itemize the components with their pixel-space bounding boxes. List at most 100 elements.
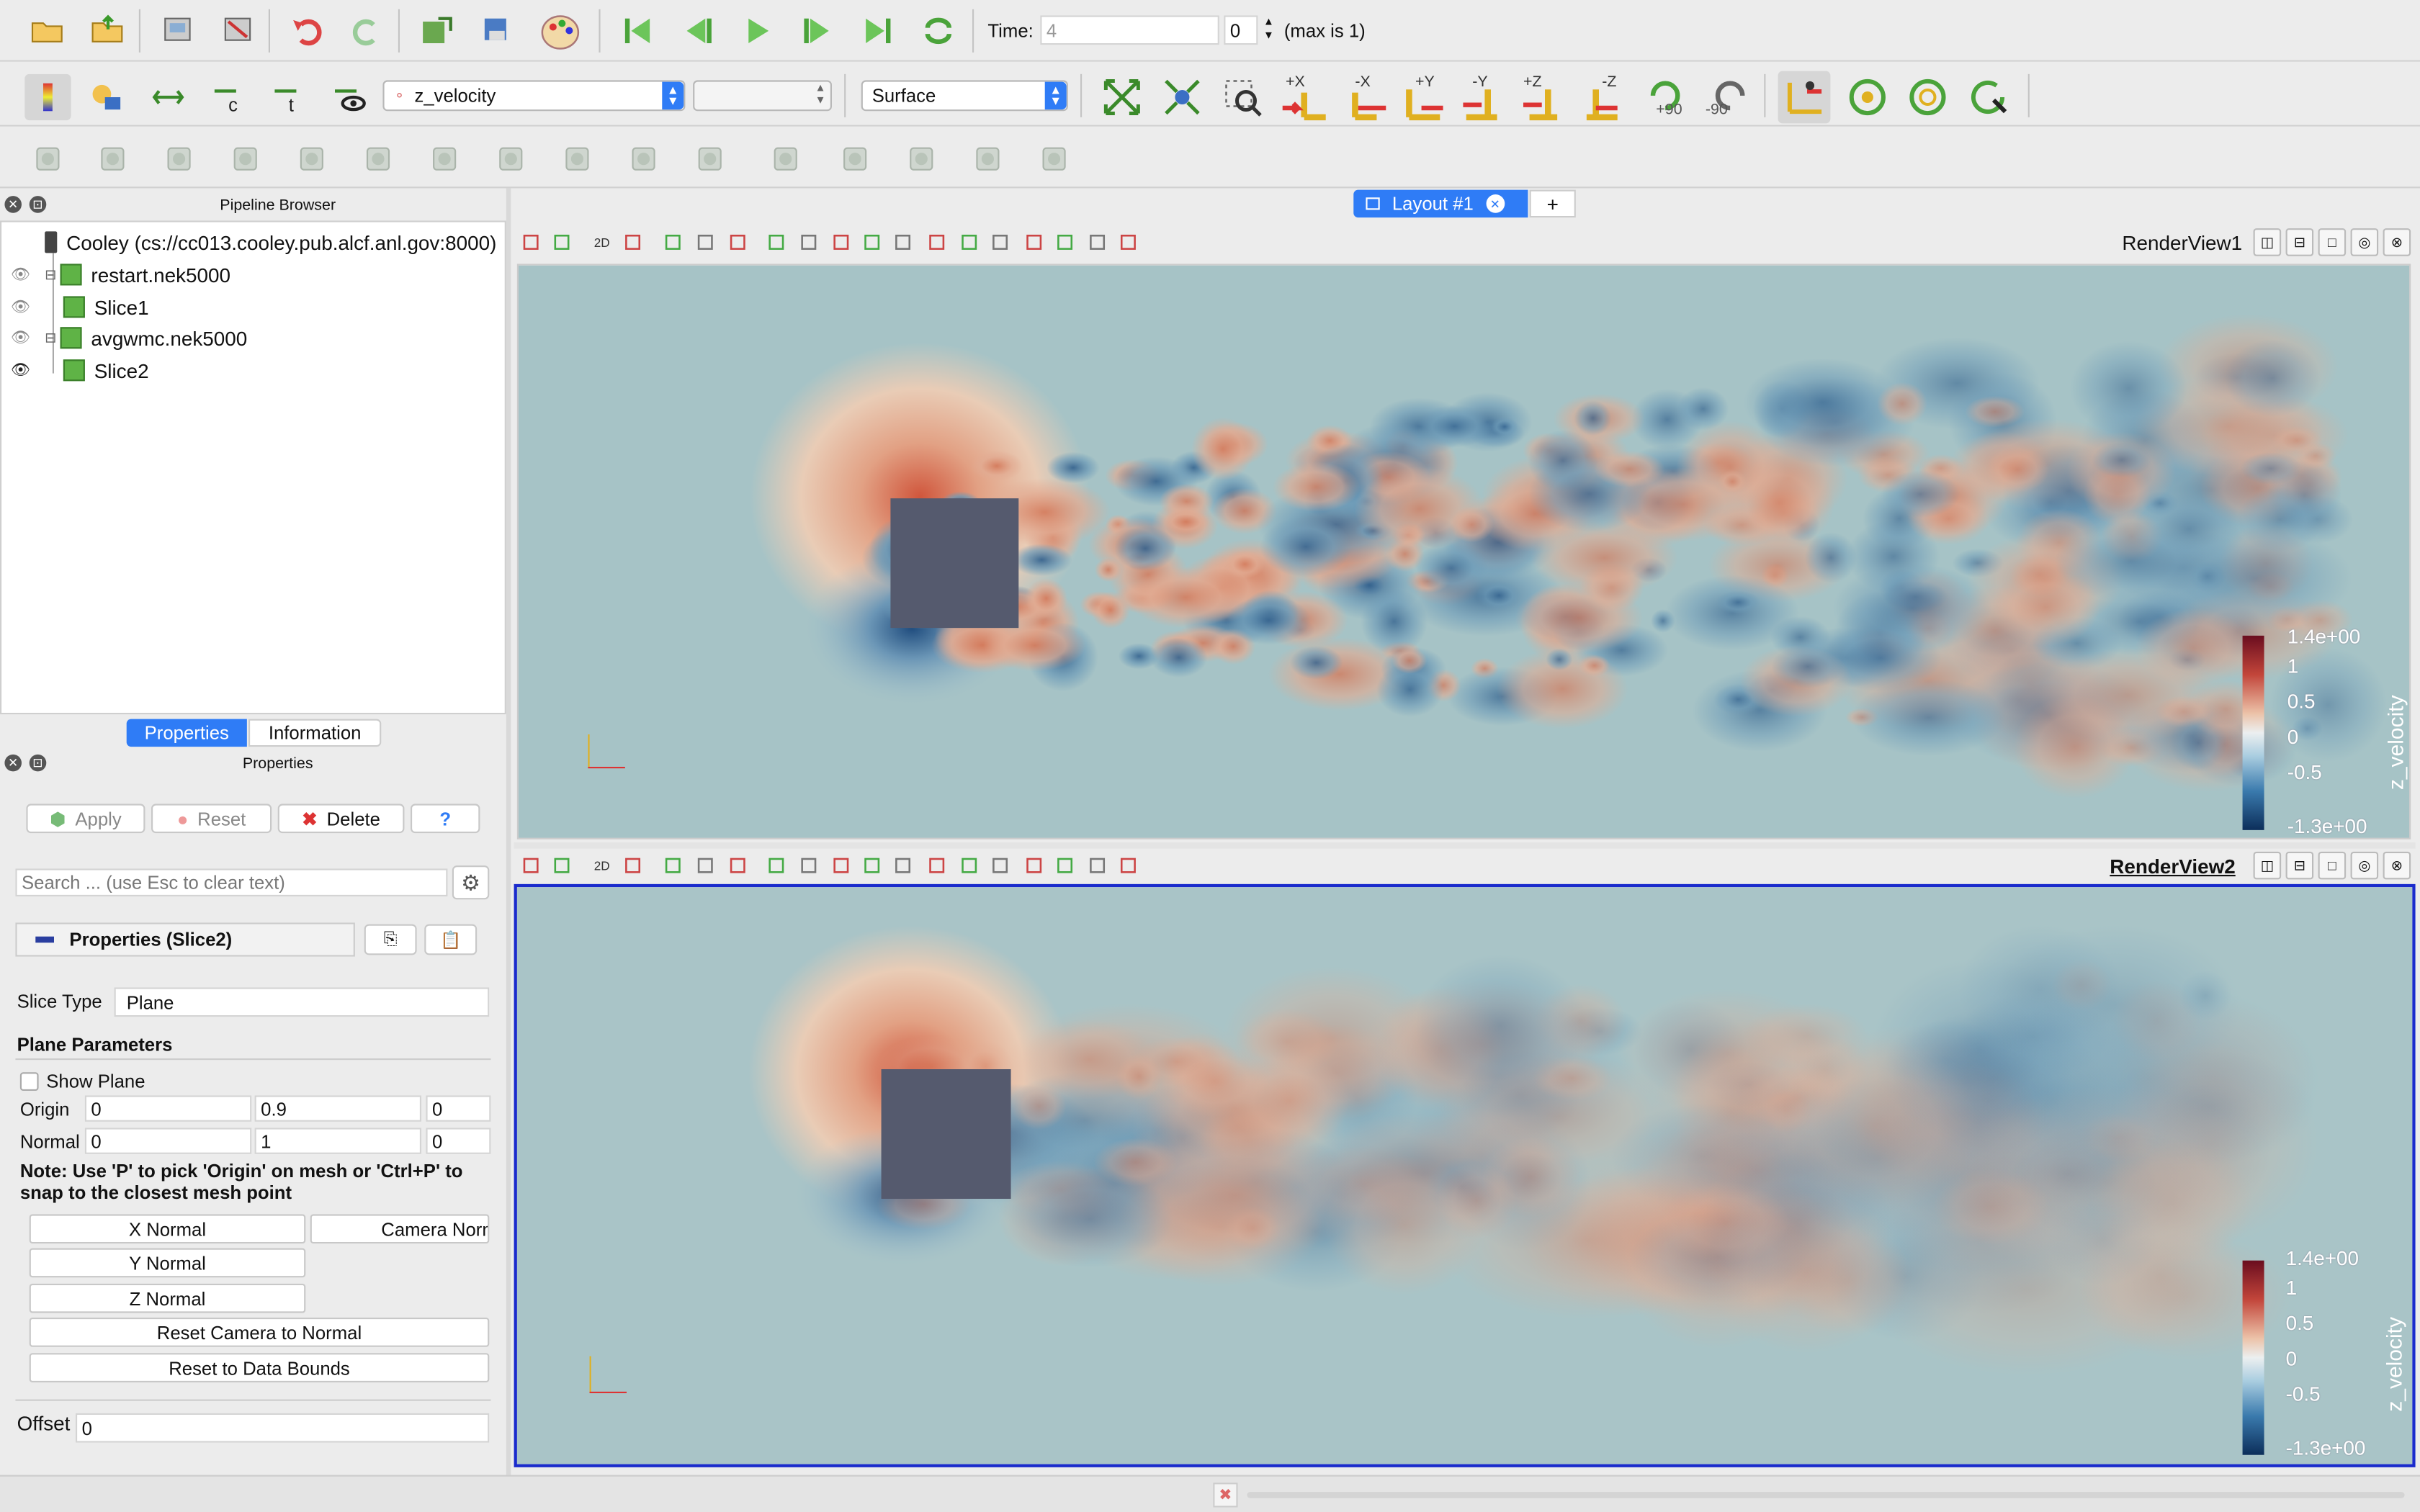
hover-cells-icon[interactable] <box>861 231 883 253</box>
undo-icon[interactable] <box>287 11 328 51</box>
origin-z-input[interactable]: 0 <box>426 1095 491 1122</box>
interactive-select-icon[interactable] <box>830 855 852 876</box>
pipeline-item-restart[interactable]: ⊟ restart.nek5000 <box>45 259 230 290</box>
connect-icon[interactable] <box>158 11 198 51</box>
reset-button[interactable]: ● Reset <box>151 804 272 834</box>
clear-selection-icon[interactable] <box>990 231 1011 253</box>
timestep-input[interactable]: 0 <box>1224 15 1258 45</box>
float-panel-icon[interactable]: ⊡ <box>29 196 47 213</box>
find-icon[interactable] <box>1087 855 1108 876</box>
representation-select[interactable]: Surface ▲ ▼ <box>861 80 1068 112</box>
layout-tab[interactable]: Layout #1 ✕ <box>1353 189 1528 218</box>
capture-icon[interactable]: ◎ <box>2350 851 2379 880</box>
open-folder-icon[interactable] <box>28 11 68 51</box>
camera-link-icon[interactable] <box>520 231 542 253</box>
eye-icon[interactable]: 👁 <box>11 267 32 284</box>
apply-button[interactable]: ⬢ Apply <box>26 804 145 834</box>
close-tab-icon[interactable]: ✕ <box>1485 194 1505 213</box>
extract-subset-filter-icon[interactable] <box>358 139 398 179</box>
loop-icon[interactable] <box>918 11 959 51</box>
render-view-1[interactable]: 1.4e+00 1 0.5 0 -0.5 -1.3e+00 z_velocity <box>516 264 2411 840</box>
color-array-select[interactable]: ⚬ z_velocity ▲ ▼ <box>382 80 686 112</box>
normal-x-input[interactable]: 0 <box>84 1128 252 1154</box>
tab-information[interactable]: Information <box>248 719 382 747</box>
spreadsheet-filter-icon[interactable] <box>1034 139 1075 179</box>
select-cells-icon[interactable] <box>662 231 684 253</box>
view-minus-z-icon[interactable]: -Z <box>1580 71 1630 124</box>
view-plus-x-icon[interactable]: +X <box>1279 71 1329 124</box>
colormap-toggle-icon[interactable] <box>24 73 71 121</box>
rescale-custom-icon[interactable]: c <box>208 77 248 117</box>
slice-filter-icon[interactable] <box>225 139 266 179</box>
rotation-center-icon[interactable] <box>1963 71 2013 124</box>
threshold-filter-icon[interactable] <box>292 139 332 179</box>
save-data-icon[interactable] <box>417 11 457 51</box>
mode-2d-icon[interactable]: 2D <box>591 855 613 876</box>
copy-icon[interactable]: ⎘ <box>364 924 417 955</box>
search-input[interactable]: Search ... (use Esc to clear text) <box>15 868 448 896</box>
histogram-filter-icon[interactable] <box>968 139 1008 179</box>
float-panel-icon[interactable]: ⊡ <box>29 754 47 772</box>
eye-icon[interactable]: 👁 <box>11 330 32 348</box>
hover-points-icon[interactable] <box>892 855 914 876</box>
show-plane-checkbox[interactable] <box>19 1072 39 1091</box>
disconnect-icon[interactable] <box>218 11 258 51</box>
camera-undo-icon[interactable] <box>551 855 573 876</box>
palette-icon[interactable] <box>537 9 583 55</box>
server-item[interactable]: Cooley (cs://cc013.cooley.pub.alcf.anl.g… <box>45 227 496 258</box>
hover-cells-icon[interactable] <box>861 855 883 876</box>
contour-filter-icon[interactable] <box>93 139 133 179</box>
select-cells-icon[interactable] <box>662 855 684 876</box>
select-polygon-icon[interactable] <box>798 855 820 876</box>
view-plus-y-icon[interactable]: +Y <box>1400 71 1450 124</box>
view-minus-y-icon[interactable]: -Y <box>1460 71 1510 124</box>
select-block-icon[interactable] <box>766 855 787 876</box>
capture-icon[interactable]: ◎ <box>2350 228 2379 256</box>
reset-camera-icon[interactable] <box>1099 74 1145 120</box>
warp-filter-icon[interactable] <box>557 139 598 179</box>
zoom-box-icon[interactable] <box>1219 74 1265 120</box>
select-points-icon[interactable] <box>694 231 716 253</box>
normal-z-input[interactable]: 0 <box>426 1128 491 1154</box>
group-filter-icon[interactable] <box>624 139 664 179</box>
origin-x-input[interactable]: 0 <box>84 1095 252 1122</box>
camera-link-icon[interactable] <box>520 855 542 876</box>
save-screenshot-icon[interactable] <box>477 11 517 51</box>
stream-tracer-filter-icon[interactable] <box>490 139 531 179</box>
y-normal-button[interactable]: Y Normal <box>29 1248 306 1278</box>
trash-icon[interactable] <box>1117 855 1139 876</box>
camera-normal-button[interactable]: Camera Normal <box>310 1214 490 1244</box>
close-panel-icon[interactable]: ✕ <box>4 196 22 213</box>
gear-icon[interactable]: ⚙ <box>452 865 490 900</box>
camera-undo-icon[interactable] <box>551 231 573 253</box>
delete-button[interactable]: ✖ Delete <box>277 804 405 834</box>
origin-y-input[interactable]: 0.9 <box>254 1095 421 1122</box>
collapse-icon[interactable]: ⊟ <box>45 330 60 347</box>
calculator-filter-icon[interactable] <box>28 139 68 179</box>
last-frame-icon[interactable] <box>858 11 898 51</box>
offset-input[interactable]: 0 <box>76 1413 490 1443</box>
find-data-filter-icon[interactable] <box>766 139 806 179</box>
grow-icon[interactable] <box>926 855 948 876</box>
find-icon[interactable] <box>1087 231 1108 253</box>
add-layout-button[interactable]: + <box>1529 189 1576 218</box>
previous-frame-icon[interactable] <box>678 11 718 51</box>
select-frustum-icon[interactable] <box>727 855 748 876</box>
properties-section-header[interactable]: Properties (Slice2) <box>15 922 355 957</box>
collapse-icon[interactable]: ⊟ <box>45 266 60 284</box>
mode-2d-icon[interactable]: 2D <box>591 231 613 253</box>
stop-icon[interactable]: ✖ <box>1213 1482 1238 1508</box>
render-view-2[interactable]: 1.4e+00 1 0.5 0 -0.5 -1.3e+00 z_velocity <box>514 883 2416 1467</box>
redo-icon[interactable] <box>347 11 387 51</box>
pick-center-icon[interactable] <box>1903 71 1953 124</box>
split-horizontal-icon[interactable]: ◫ <box>2253 228 2282 256</box>
label-cells-icon[interactable] <box>1023 855 1045 876</box>
tooltip-icon[interactable] <box>1054 855 1076 876</box>
split-vertical-icon[interactable]: ⊟ <box>2285 851 2314 880</box>
play-icon[interactable] <box>738 11 778 51</box>
query-filter-icon[interactable] <box>835 139 875 179</box>
split-vertical-icon[interactable]: ⊟ <box>2285 228 2314 256</box>
eye-icon-visible[interactable]: 👁 <box>11 363 32 380</box>
select-frustum-icon[interactable] <box>727 231 748 253</box>
maximize-icon[interactable]: □ <box>2318 851 2347 880</box>
